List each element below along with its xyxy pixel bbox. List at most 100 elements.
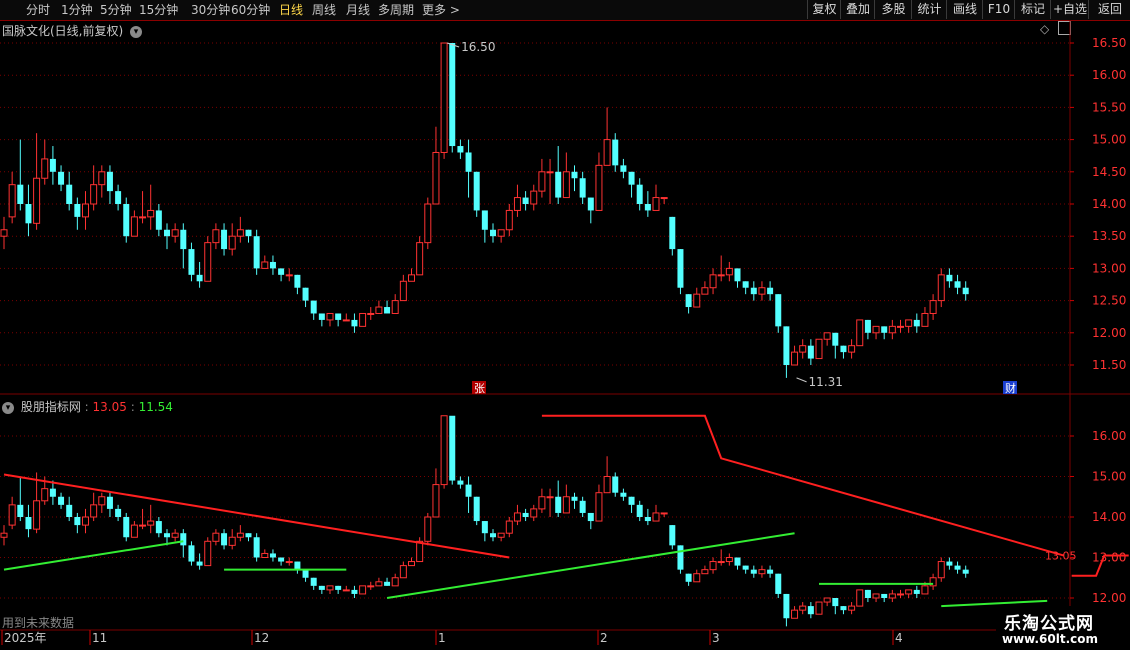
main-body-117: [954, 281, 961, 288]
main-candle-104: [848, 339, 856, 359]
ind-candle-4: [33, 472, 41, 534]
date-label: 12: [254, 631, 269, 645]
main-candle-56: [457, 139, 464, 159]
ind-candle-75: [612, 472, 619, 497]
ind-body-22: [180, 533, 187, 546]
ind-body-41: [335, 585, 342, 590]
main-body-102: [832, 332, 839, 346]
main-candle-0: [0, 216, 8, 250]
ind-candle-83: [677, 545, 684, 574]
main-body-73: [595, 164, 603, 211]
indicator-tick-label: 15.00: [1092, 470, 1126, 484]
main-body-64: [522, 197, 529, 204]
main-candle-31: [253, 229, 260, 275]
ind-candle-6: [49, 480, 56, 505]
ind-body-117: [954, 565, 961, 570]
ind-body-109: [888, 593, 896, 599]
ind-candle-74: [603, 456, 611, 494]
main-candle-39: [318, 313, 325, 327]
ind-candle-29: [236, 525, 244, 542]
grid: [0, 20, 1130, 650]
low-pointer: [796, 377, 807, 383]
ind-candle-43: [351, 585, 358, 598]
main-candle-98: [799, 339, 807, 359]
main-candle-36: [294, 274, 301, 295]
ind-candle-88: [717, 549, 725, 566]
chart-canvas[interactable]: 16.50 16.00 15.50 15.00 14.50 14.00 13.50 13.00…: [0, 0, 1130, 650]
main-body-22: [180, 229, 187, 250]
ind-candle-1: [8, 496, 16, 530]
main-candle-26: [212, 223, 220, 250]
date-label: 2: [600, 631, 608, 645]
main-body-47: [384, 307, 391, 314]
main-body-115: [937, 274, 945, 302]
ind-body-91: [742, 565, 749, 570]
main-candle-109: [888, 319, 896, 340]
main-candle-24: [196, 261, 203, 288]
ind-body-26: [212, 532, 220, 542]
ind-candle-95: [775, 573, 782, 598]
ind-candle-30: [245, 533, 252, 542]
date-label: 2025年: [4, 631, 47, 645]
main-body-54: [440, 42, 448, 153]
main-body-109: [888, 325, 896, 334]
main-candle-59: [481, 210, 488, 243]
ind-body-92: [750, 569, 757, 574]
watermark-title: 乐淘公式网: [1004, 614, 1094, 634]
main-body-66: [538, 171, 546, 192]
ind-body-73: [595, 492, 603, 522]
indicator-tick-label: 16.00: [1092, 429, 1126, 443]
main-body-69: [562, 171, 570, 199]
main-body-70: [571, 171, 578, 179]
main-body-38: [310, 300, 317, 314]
main-candle-2: [17, 139, 24, 211]
ind-body-7: [58, 496, 65, 505]
main-candle-117: [954, 274, 961, 295]
ind-body-53: [432, 484, 440, 518]
main-candle-115: [937, 268, 945, 308]
ind-candle-11: [90, 492, 98, 522]
main-candle-85: [693, 287, 701, 308]
main-body-24: [196, 274, 203, 282]
low-price-label: 11.31: [809, 375, 843, 389]
ind-body-63: [513, 512, 521, 522]
main-candle-50: [408, 268, 415, 282]
main-candle-52: [424, 197, 432, 250]
lower-line-2: [386, 532, 795, 599]
ind-candle-78: [636, 500, 643, 522]
main-body-18: [147, 209, 155, 218]
main-candle-38: [310, 300, 317, 320]
ind-candle-25: [204, 537, 212, 567]
main-candle-49: [399, 274, 407, 302]
main-candle-74: [603, 107, 611, 166]
ind-body-47: [384, 581, 391, 586]
main-body-96: [783, 326, 790, 365]
ind-candle-59: [481, 521, 488, 542]
ind-body-39: [318, 585, 325, 590]
main-candle-7: [58, 165, 65, 192]
ind-candle-90: [734, 557, 741, 570]
ind-body-69: [562, 496, 570, 514]
ind-body-31: [253, 537, 260, 558]
main-body-3: [25, 204, 32, 224]
main-candle-100: [815, 338, 823, 360]
main-body-30: [245, 229, 252, 237]
main-body-62: [505, 209, 513, 231]
ind-candle-47: [384, 577, 391, 586]
main-body-63: [513, 197, 521, 211]
ind-body-97: [791, 609, 799, 619]
main-body-107: [872, 325, 880, 334]
ind-candle-26: [212, 529, 220, 546]
main-body-5: [41, 158, 49, 179]
ind-body-32: [261, 552, 269, 559]
main-candle-23: [188, 242, 195, 282]
main-body-46: [375, 306, 383, 314]
ind-candle-85: [693, 569, 701, 583]
ind-body-89: [725, 557, 733, 563]
main-candle-106: [864, 319, 871, 340]
main-body-4: [33, 177, 41, 224]
main-body-59: [481, 210, 488, 230]
ind-body-112: [913, 589, 920, 594]
main-candle-116: [946, 268, 953, 288]
main-candle-16: [130, 210, 138, 237]
